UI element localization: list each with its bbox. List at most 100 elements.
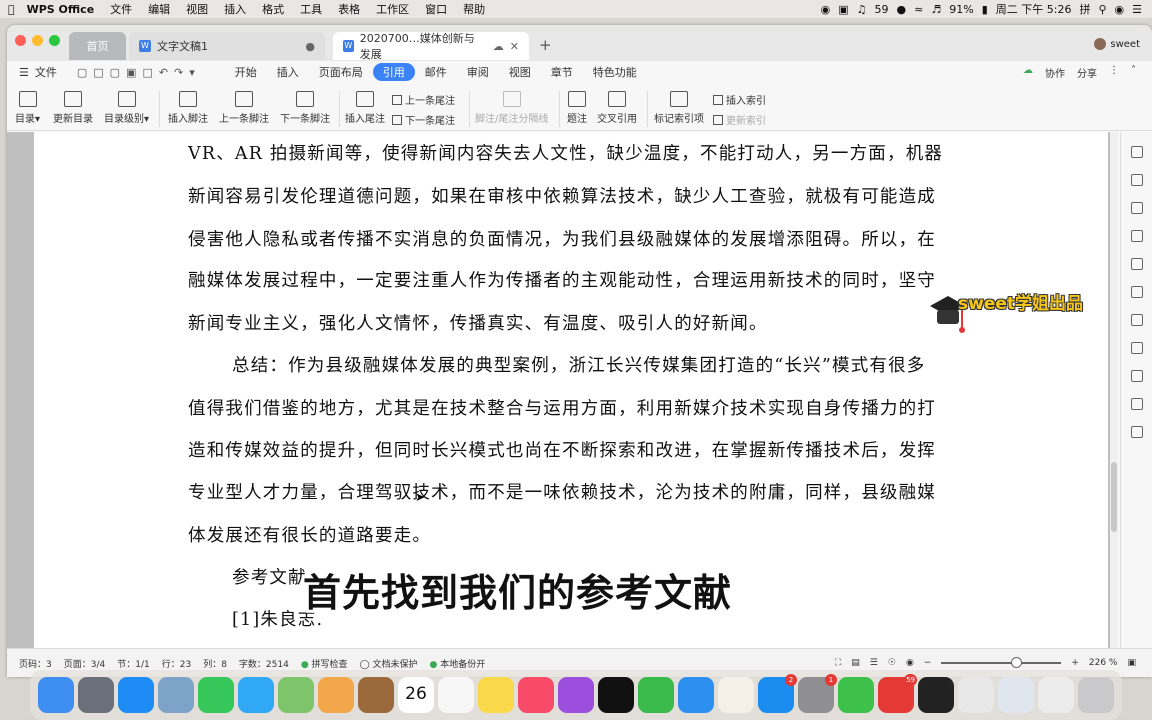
- tab-document-1[interactable]: W 文字文稿1 ●: [129, 32, 325, 60]
- tab-chapter[interactable]: 章节: [541, 64, 583, 80]
- wps-tray-icon[interactable]: ▣: [838, 3, 848, 16]
- next-endnote-button[interactable]: 下一条尾注: [392, 112, 455, 127]
- translate-icon[interactable]: [1130, 398, 1143, 410]
- numbers-icon[interactable]: [638, 677, 674, 713]
- insert-endnote-button[interactable]: 插入尾注: [345, 91, 385, 125]
- menu-window[interactable]: 窗口: [417, 1, 455, 17]
- insert-footnote-button[interactable]: 插入脚注: [168, 91, 208, 125]
- fullscreen-icon[interactable]: ⛶: [835, 658, 841, 668]
- scrollbar-thumb[interactable]: [1111, 462, 1117, 532]
- clock[interactable]: 周二 下午 5:26: [996, 1, 1072, 17]
- shape-icon[interactable]: [1130, 202, 1143, 214]
- battery-icon[interactable]: ▮: [982, 3, 988, 16]
- menu-workspace[interactable]: 工作区: [368, 1, 417, 17]
- mark-index-button[interactable]: 标记索引项: [654, 91, 704, 125]
- lock-icon[interactable]: [1130, 314, 1143, 326]
- spell-check-button[interactable]: ● 拼写检查: [301, 657, 348, 670]
- prev-footnote-button[interactable]: 上一条脚注: [219, 91, 269, 125]
- web-view-icon[interactable]: ☉: [888, 658, 896, 668]
- local-backup-button[interactable]: ● 本地备份开: [430, 657, 486, 670]
- minimize-window-button[interactable]: [32, 35, 43, 46]
- record-icon[interactable]: ◉: [821, 3, 831, 16]
- more-icon[interactable]: ⋮: [1109, 65, 1119, 80]
- page-view-icon[interactable]: ▤: [851, 658, 860, 668]
- music-icon[interactable]: [518, 677, 554, 713]
- document-stack-icon[interactable]: [958, 677, 994, 713]
- update-index-button[interactable]: 更新索引: [713, 112, 766, 127]
- preview-icon[interactable]: [158, 677, 194, 713]
- downloads-stack-icon[interactable]: [998, 677, 1034, 713]
- tab-review[interactable]: 审阅: [457, 64, 499, 80]
- close-tab-icon[interactable]: ✕: [510, 40, 519, 53]
- collapse-ribbon-icon[interactable]: ˄: [1131, 65, 1136, 80]
- siri-icon[interactable]: ◉: [1115, 3, 1125, 16]
- outline-view-icon[interactable]: ☰: [870, 658, 878, 668]
- safari-icon[interactable]: [118, 677, 154, 713]
- messages-icon[interactable]: [238, 677, 274, 713]
- control-center-icon[interactable]: ☰: [1132, 3, 1142, 16]
- separator-button[interactable]: 脚注/尾注分隔线: [475, 91, 548, 125]
- menu-help[interactable]: 帮助: [455, 1, 493, 17]
- status-words[interactable]: 字数：2514: [239, 657, 289, 670]
- apple-icon[interactable]: : [0, 3, 23, 16]
- eye-icon[interactable]: ◉: [906, 658, 914, 668]
- search-icon[interactable]: ⚲: [1098, 3, 1106, 16]
- tv-icon[interactable]: [598, 677, 634, 713]
- unsaved-dot-icon[interactable]: ●: [305, 40, 315, 53]
- tab-mail[interactable]: 邮件: [415, 64, 457, 80]
- sync-icon[interactable]: ☁: [1023, 65, 1033, 80]
- podcasts-icon[interactable]: [558, 677, 594, 713]
- edit-icon[interactable]: [1130, 174, 1143, 186]
- wifi-icon[interactable]: ≈: [914, 3, 923, 16]
- tab-special[interactable]: 特色功能: [583, 64, 647, 80]
- share-button[interactable]: 分享: [1077, 65, 1097, 80]
- caption-button[interactable]: 题注: [567, 91, 587, 125]
- maps-icon[interactable]: [278, 677, 314, 713]
- menu-view[interactable]: 视图: [178, 1, 216, 17]
- add-icon[interactable]: [1130, 146, 1143, 158]
- tab-home[interactable]: 首页: [69, 32, 126, 60]
- history-icon[interactable]: [1130, 370, 1143, 382]
- keynote-icon[interactable]: [678, 677, 714, 713]
- screenshot-stack-icon[interactable]: [1038, 677, 1074, 713]
- appstore-icon[interactable]: 2: [758, 674, 797, 713]
- collab-button[interactable]: 协作: [1045, 65, 1065, 80]
- user-account[interactable]: sweet: [1094, 38, 1140, 50]
- doc-protect-button[interactable]: ◯ 文档未保护: [360, 657, 418, 670]
- pointer-icon[interactable]: [1130, 286, 1143, 298]
- zoom-slider-knob[interactable]: [1011, 657, 1023, 668]
- maximize-window-button[interactable]: [49, 35, 60, 46]
- input-method[interactable]: 拼: [1079, 1, 1090, 17]
- tab-insert[interactable]: 插入: [267, 64, 309, 80]
- settings-icon[interactable]: 1: [798, 674, 837, 713]
- photos-icon[interactable]: [318, 677, 354, 713]
- update-toc-button[interactable]: 更新目录: [53, 91, 93, 125]
- menu-insert[interactable]: 插入: [216, 1, 254, 17]
- menu-edit[interactable]: 编辑: [140, 1, 178, 17]
- crossref-button[interactable]: 交叉引用: [597, 91, 637, 125]
- contacts-icon[interactable]: [358, 677, 394, 713]
- tab-view[interactable]: 视图: [499, 64, 541, 80]
- style-icon[interactable]: [1130, 230, 1143, 242]
- trash-icon[interactable]: [1078, 677, 1114, 713]
- menu-file[interactable]: 文件: [102, 1, 140, 17]
- adjust-icon[interactable]: [1130, 342, 1143, 354]
- new-tab-button[interactable]: +: [539, 36, 552, 54]
- tab-references[interactable]: 引用: [372, 63, 415, 81]
- quick-toolbar-icons[interactable]: ▢□▢▣□↶↷▾: [67, 66, 211, 79]
- next-footnote-button[interactable]: 下一条脚注: [280, 91, 330, 125]
- qq-icon[interactable]: [918, 677, 954, 713]
- pages-icon[interactable]: [718, 677, 754, 713]
- toc-level-button[interactable]: 目录级别▾: [104, 91, 149, 125]
- menu-file-button[interactable]: 文件: [35, 64, 67, 80]
- prev-endnote-button[interactable]: 上一条尾注: [392, 92, 455, 107]
- image-icon[interactable]: [1130, 426, 1143, 438]
- menu-table[interactable]: 表格: [330, 1, 368, 17]
- tab-start[interactable]: 开始: [225, 64, 267, 80]
- bell-icon[interactable]: ♫: [857, 3, 867, 16]
- reminders-icon[interactable]: [438, 677, 474, 713]
- zoom-out-button[interactable]: −: [924, 658, 932, 668]
- zoom-slider[interactable]: [941, 657, 1062, 668]
- finder-icon[interactable]: [38, 677, 74, 713]
- gear-icon[interactable]: [1130, 258, 1143, 270]
